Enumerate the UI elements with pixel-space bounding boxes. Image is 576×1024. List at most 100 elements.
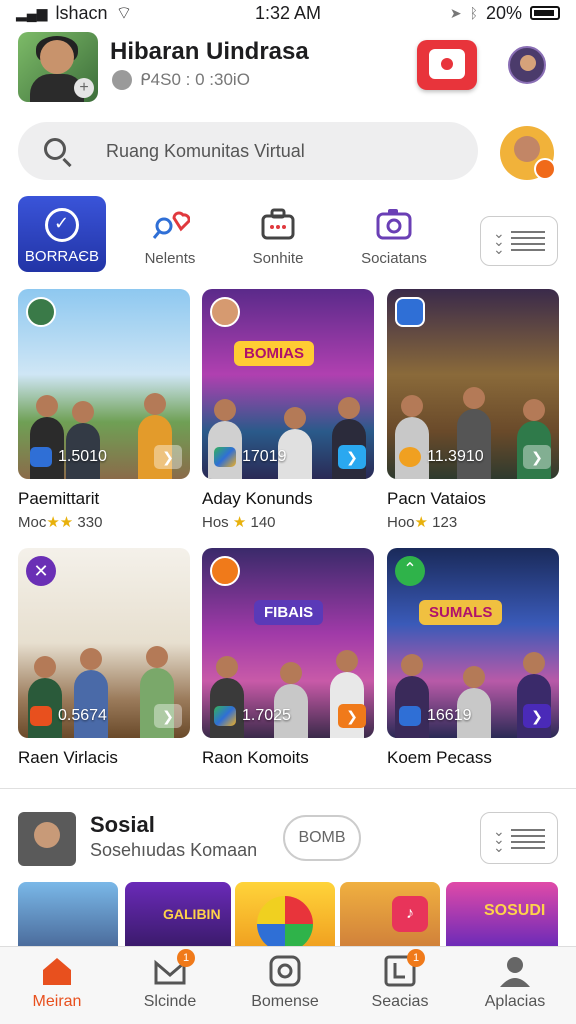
tab-seacias[interactable]: 1 Seacias [345, 949, 455, 1011]
venue-sign: FIBAIS [254, 600, 324, 625]
community-card[interactable]: 11.3910 ❯ Pacn Vataios Hoo★ 123 [387, 289, 559, 531]
tab-badge: 1 [177, 949, 195, 967]
camera-icon [374, 204, 414, 244]
strip-label: GALIBIN [163, 906, 221, 922]
card-image: ⌃ SUMALS 16619 ❯ [387, 548, 559, 738]
community-avatar[interactable] [500, 126, 556, 180]
settings-icon [268, 955, 302, 987]
app-header: + Hibaran Uindrasa ᑭ4S0 : 0 :30iO [0, 30, 576, 106]
tab-label: Meiran [32, 993, 82, 1010]
page-title: Hibaran Uindrasa [110, 38, 309, 65]
category-sonhite[interactable]: Sonhite [234, 196, 322, 272]
open-arrow-icon[interactable]: ❯ [154, 445, 182, 469]
card-title: Koem Pecass [387, 748, 492, 767]
category-label: Sociatans [361, 250, 427, 267]
sosial-avatar[interactable] [18, 812, 76, 866]
bottom-tab-bar: Meiran 1 Slcinde Bomense 1 Seacias Aplac… [0, 946, 576, 1024]
tab-slcinde[interactable]: 1 Slcinde [115, 949, 225, 1011]
card-title: Raon Komoits [202, 748, 309, 767]
category-nelents[interactable]: Nelents [126, 196, 214, 272]
tab-aplacias[interactable]: Aplacias [460, 955, 570, 1011]
category-label: Sonhite [252, 250, 304, 267]
member-count: 1.5010 [30, 447, 107, 467]
open-arrow-icon[interactable]: ❯ [523, 704, 551, 728]
heart-pin-icon [150, 204, 191, 244]
view-list-button[interactable]: ⌄ ⌄ ⌄ [480, 216, 558, 266]
card-subtitle: Hos ★ 140 [202, 514, 276, 531]
camera-icon [438, 55, 456, 73]
card-image: 1.5010 ❯ [18, 289, 190, 479]
card-title: Paemittarit [18, 489, 100, 508]
section-title: Sosial [90, 812, 155, 837]
strip-thumbnail[interactable]: SOSUDI [446, 882, 558, 948]
status-bar: ▂▄▆ lshacn ⌔ 1:32 AM ➤ ᛒ 20% [0, 0, 576, 26]
search-icon [44, 138, 66, 160]
camera-button[interactable] [417, 40, 477, 90]
home-icon [40, 955, 74, 987]
venue-sign: BOMIAS [234, 341, 314, 366]
header-subtitle: ᑭ4S0 : 0 :30iO [112, 70, 250, 90]
section-divider [0, 788, 576, 789]
member-count: 16619 [399, 706, 472, 726]
open-arrow-icon[interactable]: ❯ [154, 704, 182, 728]
rating-stars: ★ [414, 514, 428, 531]
briefcase-icon [258, 204, 298, 244]
strip-thumbnail[interactable] [18, 882, 118, 948]
notification-badge-icon [534, 158, 556, 180]
tab-meiran[interactable]: Meiran [2, 955, 112, 1011]
strip-thumbnail[interactable]: GALIBIN [125, 882, 231, 948]
strip-label: SOSUDI [484, 902, 546, 919]
color-wheel-icon [257, 896, 313, 948]
card-image: BOMIAS 17019 ❯ [202, 289, 374, 479]
chevron-down-icon: ⌄ ⌄ ⌄ [493, 823, 505, 855]
bomb-button[interactable]: BOMB [283, 815, 361, 861]
tab-bomense[interactable]: Bomense [230, 955, 340, 1011]
music-icon: ♪ [392, 896, 428, 932]
card-image: 11.3910 ❯ [387, 289, 559, 479]
header-subtitle-text: ᑭ4S0 : 0 :30iO [140, 70, 250, 89]
tab-badge: 1 [407, 949, 425, 967]
host-avatar [26, 297, 56, 327]
search-input[interactable] [106, 136, 446, 166]
category-row: BORRAЄB Nelents Sonhite Sociatans ⌄⌄⌄ [0, 196, 576, 276]
add-photo-icon[interactable]: + [74, 78, 94, 98]
mail-icon: 1 [153, 949, 195, 987]
tab-label: Slcinde [143, 993, 197, 1010]
member-count: 11.3910 [399, 447, 484, 467]
section-subtitle: Sosehıudas Komaan [90, 840, 258, 860]
open-arrow-icon[interactable]: ❯ [523, 445, 551, 469]
community-card[interactable]: 1.5010 ❯ Paemittarit Moc★★ 330 [18, 289, 190, 531]
category-sociatans[interactable]: Sociatans [350, 196, 438, 272]
community-card[interactable]: FIBAIS 1.7025 ❯ Raon Komoits [202, 548, 374, 768]
document-icon: 1 [383, 949, 425, 987]
battery-icon [530, 6, 560, 20]
card-subtitle: Moc★★ 330 [18, 514, 103, 531]
card-subtitle: Hoo★ 123 [387, 514, 458, 531]
globe-icon [112, 70, 132, 90]
check-circle-icon [45, 208, 79, 242]
link-icon [30, 706, 52, 726]
close-icon[interactable]: ✕ [26, 556, 56, 586]
card-image: ✕ 0.5674 ❯ [18, 548, 190, 738]
category-label: BORRAЄB [24, 248, 100, 265]
card-image: FIBAIS 1.7025 ❯ [202, 548, 374, 738]
search-bar[interactable] [18, 122, 478, 180]
community-card[interactable]: BOMIAS 17019 ❯ Aday Konunds Hos ★ 140 [202, 289, 374, 531]
card-title: Aday Konunds [202, 489, 313, 508]
user-avatar[interactable] [508, 46, 546, 84]
tab-label: Seacias [371, 993, 429, 1010]
strip-thumbnail[interactable]: ♪ [340, 882, 440, 948]
member-count: 17019 [214, 447, 287, 467]
status-time: 1:32 AM [254, 2, 322, 23]
category-borraeb[interactable]: BORRAЄB [18, 196, 106, 272]
view-list-button[interactable]: ⌄ ⌄ ⌄ [480, 812, 558, 864]
open-arrow-icon[interactable]: ❯ [338, 445, 366, 469]
card-title: Pacn Vataios [387, 489, 486, 508]
community-card[interactable]: ⌃ SUMALS 16619 ❯ Koem Pecass [387, 548, 559, 768]
chevron-up-icon: ⌃ [395, 556, 425, 586]
list-icon [511, 829, 545, 851]
open-arrow-icon[interactable]: ❯ [338, 704, 366, 728]
community-card[interactable]: ✕ 0.5674 ❯ Raen Virlacis [18, 548, 190, 768]
strip-thumbnail[interactable] [235, 882, 335, 948]
profile-photo[interactable]: + [18, 32, 98, 102]
